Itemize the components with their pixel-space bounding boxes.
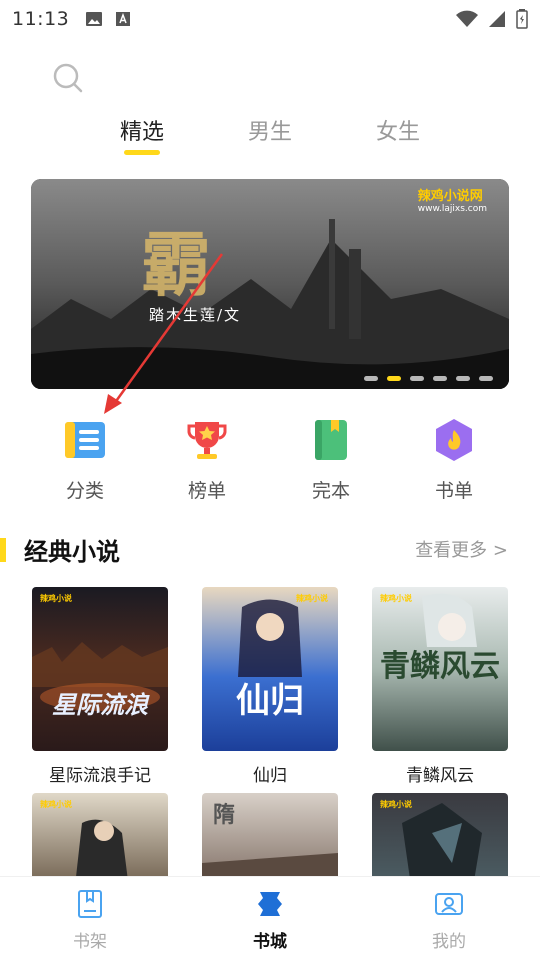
banner-brand-url: www.lajixs.com <box>417 204 487 214</box>
ranking-entry[interactable]: 榜单 <box>162 410 252 503</box>
banner-brand-name: 辣鸡小说网 <box>417 189 483 204</box>
see-more-link[interactable]: 查看更多 > <box>415 536 508 562</box>
wifi-icon <box>456 10 478 27</box>
banner-dot[interactable] <box>456 376 470 381</box>
tab-female[interactable]: 女生 <box>358 114 438 146</box>
banner-carousel[interactable]: 霸 辣鸡小说网 www.lajixs.com 踏木生莲/文 <box>31 179 509 389</box>
nav-bookshelf-label: 书架 <box>73 932 107 952</box>
cover-title-art: 仙归 <box>236 681 304 721</box>
cover-title-art: 星际流浪 <box>52 691 148 719</box>
profile-icon <box>435 893 463 915</box>
bottom-navigation: 书架 书城 我的 <box>0 876 540 960</box>
bookstore-icon <box>258 892 282 916</box>
section-accent-bar <box>0 538 6 562</box>
book-card[interactable]: 辣鸡小说 星际流浪 星际流浪手记 <box>32 587 168 786</box>
tab-male[interactable]: 男生 <box>230 114 310 146</box>
tab-featured[interactable]: 精选 <box>102 114 182 146</box>
banner-brand: 辣鸡小说网 www.lajixs.com <box>418 185 487 214</box>
book-card[interactable]: 辣鸡小说 仙归 仙归 <box>202 587 338 786</box>
cover-publisher-logo: 辣鸡小说 <box>380 800 412 809</box>
cover-publisher-logo: 辣鸡小说 <box>40 594 72 603</box>
trophy-icon <box>187 422 227 459</box>
status-bar: 11:13 <box>0 0 540 38</box>
banner-subtitle: 踏木生莲/文 <box>149 306 242 324</box>
nav-bookshelf[interactable]: 书架 <box>40 887 140 952</box>
book-complete-icon <box>315 420 347 460</box>
banner-dot[interactable] <box>364 376 378 381</box>
cover-publisher-logo: 辣鸡小说 <box>380 594 412 603</box>
svg-text:霸: 霸 <box>141 223 211 306</box>
category-row: 分类 榜单 完本 书单 <box>0 410 540 510</box>
booklist-flame-icon <box>436 419 472 461</box>
book-title: 青鳞风云 <box>406 766 474 786</box>
completed-label: 完本 <box>311 480 350 502</box>
completed-entry[interactable]: 完本 <box>286 410 376 503</box>
book-cover: 辣鸡小说 仙归 <box>202 587 338 751</box>
battery-icon <box>516 9 528 29</box>
book-cover: 辣鸡小说 星际流浪 <box>32 587 168 751</box>
banner-dot-active[interactable] <box>387 376 401 381</box>
book-title: 星际流浪手记 <box>49 766 151 786</box>
image-icon <box>86 12 103 26</box>
nav-bookstore-label: 书城 <box>253 932 287 952</box>
banner-dot[interactable] <box>410 376 424 381</box>
cover-publisher-logo: 辣鸡小说 <box>40 800 72 809</box>
nav-profile-label: 我的 <box>432 932 466 952</box>
book-cover: 辣鸡小说 青鳞风云 <box>372 587 508 751</box>
status-time: 11:13 <box>12 8 70 30</box>
category-list-icon <box>65 422 105 458</box>
text-a-icon <box>116 12 131 26</box>
cover-publisher-logo: 辣鸡小说 <box>296 594 328 603</box>
banner-pagination <box>364 376 493 381</box>
bookshelf-icon <box>78 890 102 918</box>
banner-dot[interactable] <box>433 376 447 381</box>
nav-profile[interactable]: 我的 <box>399 887 499 952</box>
booklist-label: 书单 <box>434 480 473 502</box>
ranking-label: 榜单 <box>187 480 226 502</box>
tab-indicator <box>124 150 160 155</box>
book-title: 仙归 <box>253 766 287 786</box>
search-button[interactable] <box>52 62 86 96</box>
booklist-entry[interactable]: 书单 <box>409 410 499 503</box>
category-entry[interactable]: 分类 <box>40 410 130 503</box>
cover-title-art: 青鳞风云 <box>380 649 500 684</box>
banner-dot[interactable] <box>479 376 493 381</box>
search-icon <box>53 63 83 93</box>
signal-icon <box>489 11 505 27</box>
book-card[interactable]: 辣鸡小说 青鳞风云 青鳞风云 <box>372 587 508 786</box>
section-header: 经典小说 查看更多 > <box>0 528 540 572</box>
top-tabs: 精选 男生 女生 <box>0 110 540 160</box>
cover-title-art: 隋 <box>212 803 235 828</box>
nav-bookstore[interactable]: 书城 <box>220 887 320 952</box>
section-title: 经典小说 <box>24 538 120 566</box>
category-label: 分类 <box>65 480 104 502</box>
